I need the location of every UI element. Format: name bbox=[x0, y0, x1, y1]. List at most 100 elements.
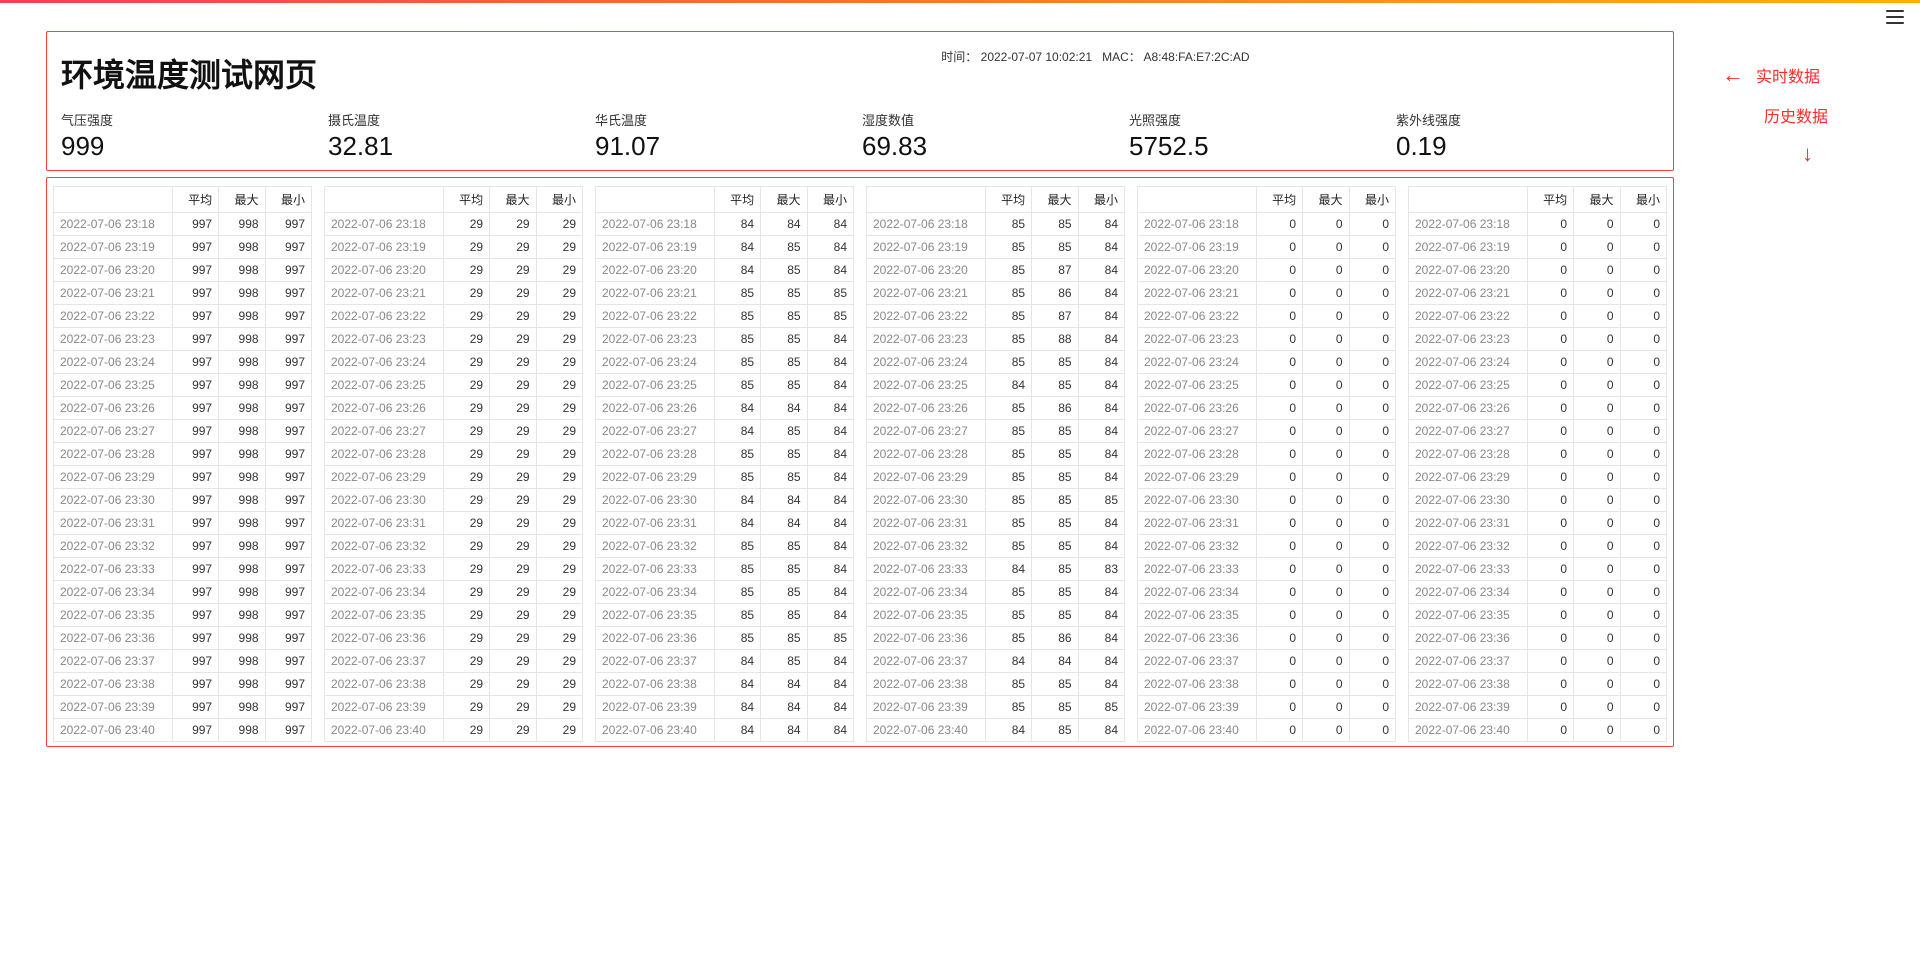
cell-avg: 997 bbox=[172, 650, 218, 673]
cell-min: 84 bbox=[1078, 351, 1124, 374]
cell-avg: 85 bbox=[714, 328, 760, 351]
cell-timestamp: 2022-07-06 23:32 bbox=[596, 535, 715, 558]
table-row: 2022-07-06 23:21858585 bbox=[596, 282, 854, 305]
table-row: 2022-07-06 23:23000 bbox=[1409, 328, 1667, 351]
cell-max: 0 bbox=[1303, 328, 1349, 351]
cell-timestamp: 2022-07-06 23:20 bbox=[54, 259, 173, 282]
cell-min: 29 bbox=[536, 627, 582, 650]
cell-max: 998 bbox=[219, 466, 265, 489]
cell-avg: 0 bbox=[1256, 374, 1302, 397]
cell-max: 0 bbox=[1303, 535, 1349, 558]
cell-min: 84 bbox=[1078, 420, 1124, 443]
cell-avg: 29 bbox=[443, 259, 489, 282]
cell-avg: 85 bbox=[714, 282, 760, 305]
cell-min: 84 bbox=[807, 558, 853, 581]
cell-avg: 84 bbox=[714, 236, 760, 259]
cell-min: 84 bbox=[1078, 213, 1124, 236]
col-header-avg: 平均 bbox=[985, 187, 1031, 213]
table-row: 2022-07-06 23:36292929 bbox=[325, 627, 583, 650]
mac-label: MAC： bbox=[1102, 50, 1141, 64]
table-row: 2022-07-06 23:30000 bbox=[1138, 489, 1396, 512]
cell-max: 0 bbox=[1303, 581, 1349, 604]
table-row: 2022-07-06 23:22858585 bbox=[596, 305, 854, 328]
cell-avg: 85 bbox=[714, 466, 760, 489]
cell-avg: 85 bbox=[985, 696, 1031, 719]
col-header-ts bbox=[1409, 187, 1528, 213]
cell-timestamp: 2022-07-06 23:22 bbox=[1138, 305, 1257, 328]
cell-timestamp: 2022-07-06 23:33 bbox=[54, 558, 173, 581]
arrow-down-icon: ↓ bbox=[1802, 143, 1882, 165]
cell-max: 85 bbox=[1032, 443, 1078, 466]
cell-max: 998 bbox=[219, 328, 265, 351]
table-row: 2022-07-06 23:26000 bbox=[1138, 397, 1396, 420]
table-row: 2022-07-06 23:40000 bbox=[1409, 719, 1667, 742]
cell-avg: 29 bbox=[443, 719, 489, 742]
cell-min: 0 bbox=[1620, 489, 1666, 512]
table-row: 2022-07-06 23:35858584 bbox=[596, 604, 854, 627]
cell-max: 0 bbox=[1574, 627, 1620, 650]
cell-avg: 0 bbox=[1527, 443, 1573, 466]
cell-max: 85 bbox=[1032, 213, 1078, 236]
table-row: 2022-07-06 23:26997998997 bbox=[54, 397, 312, 420]
table-row: 2022-07-06 23:21858684 bbox=[867, 282, 1125, 305]
cell-min: 84 bbox=[807, 696, 853, 719]
table-row: 2022-07-06 23:19000 bbox=[1409, 236, 1667, 259]
table-row: 2022-07-06 23:37000 bbox=[1138, 650, 1396, 673]
cell-avg: 29 bbox=[443, 236, 489, 259]
cell-avg: 84 bbox=[714, 673, 760, 696]
table-row: 2022-07-06 23:24292929 bbox=[325, 351, 583, 374]
cell-max: 0 bbox=[1303, 351, 1349, 374]
cell-max: 998 bbox=[219, 305, 265, 328]
cell-avg: 85 bbox=[985, 604, 1031, 627]
cell-min: 0 bbox=[1620, 374, 1666, 397]
table-row: 2022-07-06 23:24997998997 bbox=[54, 351, 312, 374]
cell-max: 998 bbox=[219, 374, 265, 397]
cell-min: 84 bbox=[1078, 673, 1124, 696]
metric-uv: 紫外线强度 0.19 bbox=[1396, 110, 1663, 162]
table-row: 2022-07-06 23:29292929 bbox=[325, 466, 583, 489]
annotation-history: 历史数据 bbox=[1764, 103, 1828, 127]
cell-max: 998 bbox=[219, 696, 265, 719]
history-table-fahrenheit: 平均最大最小2022-07-06 23:188484842022-07-06 2… bbox=[595, 186, 854, 742]
cell-timestamp: 2022-07-06 23:22 bbox=[54, 305, 173, 328]
table-row: 2022-07-06 23:20000 bbox=[1138, 259, 1396, 282]
cell-avg: 85 bbox=[985, 512, 1031, 535]
cell-timestamp: 2022-07-06 23:33 bbox=[1409, 558, 1528, 581]
cell-max: 0 bbox=[1303, 466, 1349, 489]
metric-label: 湿度数值 bbox=[862, 110, 1129, 129]
cell-avg: 0 bbox=[1256, 673, 1302, 696]
metric-value: 91.07 bbox=[595, 131, 862, 162]
cell-max: 87 bbox=[1032, 259, 1078, 282]
cell-avg: 85 bbox=[714, 374, 760, 397]
cell-timestamp: 2022-07-06 23:40 bbox=[867, 719, 986, 742]
cell-max: 0 bbox=[1574, 558, 1620, 581]
table-row: 2022-07-06 23:38858584 bbox=[867, 673, 1125, 696]
cell-timestamp: 2022-07-06 23:31 bbox=[867, 512, 986, 535]
cell-avg: 997 bbox=[172, 397, 218, 420]
cell-min: 29 bbox=[536, 420, 582, 443]
table-row: 2022-07-06 23:27000 bbox=[1409, 420, 1667, 443]
cell-timestamp: 2022-07-06 23:38 bbox=[325, 673, 444, 696]
table-row: 2022-07-06 23:28000 bbox=[1138, 443, 1396, 466]
metric-fahrenheit: 华氏温度 91.07 bbox=[595, 110, 862, 162]
cell-max: 998 bbox=[219, 650, 265, 673]
cell-avg: 997 bbox=[172, 512, 218, 535]
cell-avg: 84 bbox=[714, 213, 760, 236]
cell-min: 0 bbox=[1349, 236, 1395, 259]
cell-timestamp: 2022-07-06 23:31 bbox=[54, 512, 173, 535]
cell-timestamp: 2022-07-06 23:22 bbox=[596, 305, 715, 328]
metric-value: 0.19 bbox=[1396, 131, 1663, 162]
cell-max: 29 bbox=[490, 696, 536, 719]
mac-value: A8:48:FA:E7:2C:AD bbox=[1143, 50, 1249, 64]
cell-min: 84 bbox=[1078, 535, 1124, 558]
table-row: 2022-07-06 23:33858584 bbox=[596, 558, 854, 581]
cell-avg: 29 bbox=[443, 581, 489, 604]
cell-max: 998 bbox=[219, 627, 265, 650]
cell-timestamp: 2022-07-06 23:30 bbox=[1138, 489, 1257, 512]
cell-avg: 0 bbox=[1527, 719, 1573, 742]
cell-max: 85 bbox=[761, 650, 807, 673]
table-row: 2022-07-06 23:20848584 bbox=[596, 259, 854, 282]
table-row: 2022-07-06 23:40292929 bbox=[325, 719, 583, 742]
cell-avg: 0 bbox=[1527, 535, 1573, 558]
cell-min: 84 bbox=[1078, 581, 1124, 604]
